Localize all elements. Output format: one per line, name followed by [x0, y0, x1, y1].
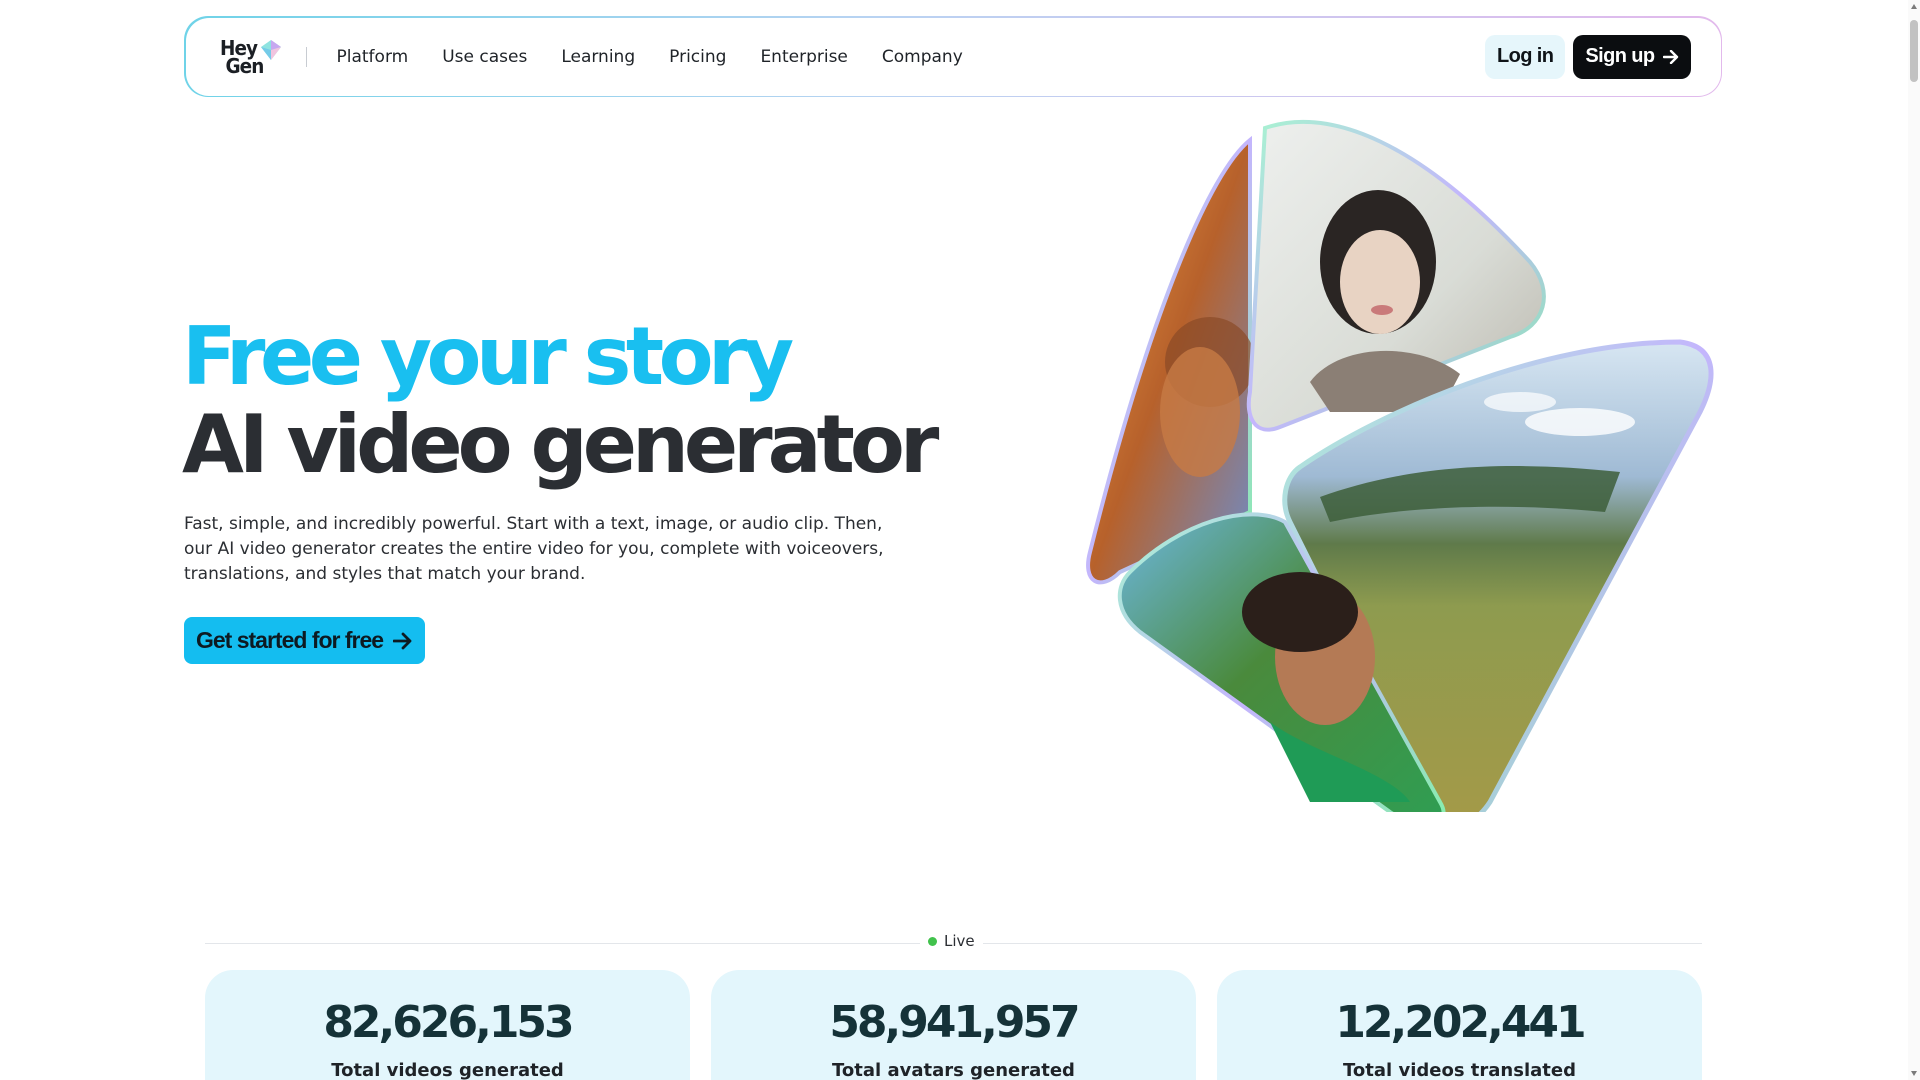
get-started-button[interactable]: Get started for free: [184, 617, 426, 664]
scroll-thumb[interactable]: [1910, 20, 1918, 82]
arrow-right-icon: [1662, 49, 1678, 64]
stat-value: 58,941,957: [829, 997, 1080, 1048]
stat-card-avatars-generated: 58,941,957 Total avatars generated: [711, 970, 1196, 1080]
hero-description: Fast, simple, and incredibly powerful. S…: [184, 514, 884, 584]
auth-buttons: Log in Sign up: [1484, 34, 1691, 79]
login-button[interactable]: Log in: [1484, 34, 1566, 79]
live-indicator: Live: [920, 932, 983, 950]
nav-enterprise[interactable]: Enterprise: [760, 47, 847, 67]
scroll-up-arrow-icon[interactable]: [1911, 4, 1917, 9]
live-dot-icon: [928, 936, 937, 946]
signup-button[interactable]: Sign up: [1573, 34, 1691, 79]
prism-video-collage: [1086, 120, 1714, 827]
nav-use-cases[interactable]: Use cases: [442, 47, 527, 67]
page-scrollbar[interactable]: [1908, 0, 1920, 1080]
live-text: Live: [944, 932, 975, 950]
arrow-right-icon: [393, 632, 412, 649]
stats-row: 82,626,153 Total videos generated 58,941…: [205, 970, 1702, 1080]
stat-card-videos-generated: 82,626,153 Total videos generated: [205, 970, 690, 1080]
hero-headline-secondary: AI video generator: [182, 398, 939, 491]
nav-learning[interactable]: Learning: [561, 47, 635, 67]
top-nav: Hey Gen Platform Use cases Learning Pric…: [185, 17, 1721, 96]
stat-label: Total videos translated: [1343, 1060, 1576, 1080]
nav-company[interactable]: Company: [882, 47, 963, 67]
scroll-down-arrow-icon[interactable]: [1911, 1071, 1917, 1076]
stat-value: 82,626,153: [323, 997, 574, 1048]
nav-links: Platform Use cases Learning Pricing Ente…: [337, 47, 963, 67]
logo-gem-icon: [260, 39, 281, 60]
stat-value: 12,202,441: [1335, 997, 1586, 1048]
nav-pricing[interactable]: Pricing: [669, 47, 726, 67]
stat-label: Total videos generated: [331, 1060, 564, 1080]
nav-platform[interactable]: Platform: [337, 47, 409, 67]
stat-label: Total avatars generated: [832, 1060, 1075, 1080]
heygen-logo[interactable]: Hey Gen: [220, 32, 286, 82]
nav-divider: [305, 46, 307, 67]
hero-visual-prism: [1060, 112, 1730, 827]
cta-label: Get started for free: [196, 627, 384, 653]
stat-card-videos-translated: 12,202,441 Total videos translated: [1217, 970, 1702, 1080]
header-bar: Hey Gen Platform Use cases Learning Pric…: [184, 16, 1722, 97]
signup-label: Sign up: [1585, 45, 1655, 67]
hero-headline-primary: Free your story: [182, 310, 794, 403]
logo-text: Hey Gen: [219, 35, 264, 78]
